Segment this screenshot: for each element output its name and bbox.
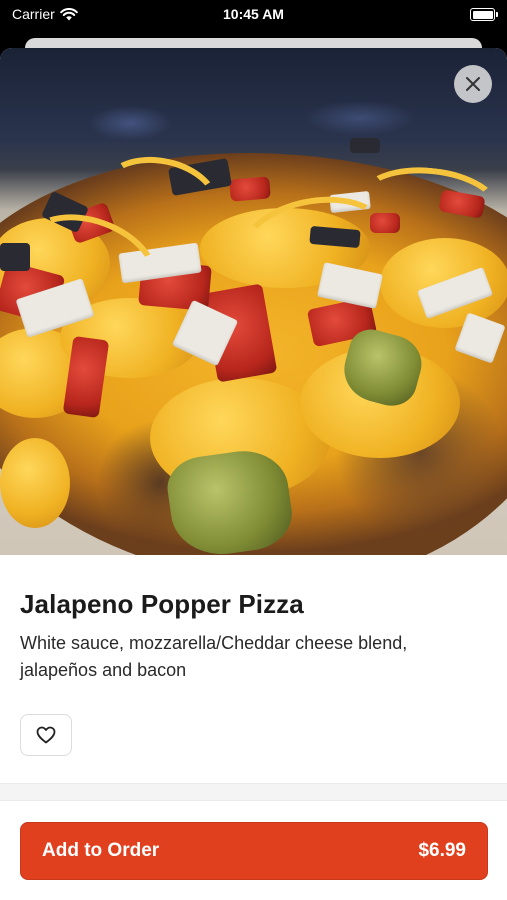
battery-icon [470,8,498,21]
favorite-button[interactable] [20,714,72,756]
item-description: White sauce, mozzarella/Cheddar cheese b… [20,633,408,680]
item-photo [0,48,507,555]
close-button[interactable] [454,65,492,103]
section-divider [0,783,507,801]
close-icon [466,77,480,91]
heart-outline-icon [36,726,56,744]
add-to-order-button[interactable]: Add to Order $6.99 [20,822,488,880]
item-details: Jalapeno Popper Pizza White sauce, mozza… [0,555,507,756]
item-detail-sheet: Jalapeno Popper Pizza White sauce, mozza… [0,48,507,900]
status-time: 10:45 AM [223,6,284,22]
item-price: $6.99 [418,840,466,861]
item-title: Jalapeno Popper Pizza [20,589,304,619]
status-bar: Carrier 10:45 AM [0,0,507,30]
add-to-order-label: Add to Order [42,840,160,861]
